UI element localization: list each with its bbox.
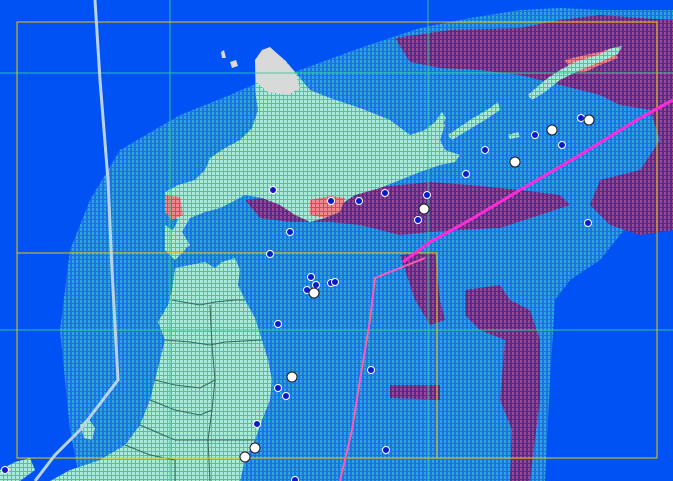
blue-epicenter-marker [331,278,339,286]
blue-epicenter-marker [253,420,261,428]
blue-epicenter-marker [274,384,282,392]
blue-epicenter-marker [481,146,489,154]
blue-epicenter-marker [269,186,277,194]
white-epicenter-marker [546,124,558,136]
blue-epicenter-marker [282,392,290,400]
blue-epicenter-marker [286,228,294,236]
blue-epicenter-marker [1,466,9,474]
blue-epicenter-marker [462,170,470,178]
blue-epicenter-marker [382,446,390,454]
blue-epicenter-marker [355,197,363,205]
white-epicenter-marker [249,442,261,454]
high-zone-east-small [390,385,440,400]
blue-epicenter-marker [423,191,431,199]
white-epicenter-marker [418,203,430,215]
blue-epicenter-marker [381,189,389,197]
blue-epicenter-marker [558,141,566,149]
blue-epicenter-marker [291,476,299,481]
map-canvas [0,0,673,481]
white-epicenter-marker [286,371,298,383]
blue-epicenter-marker [266,250,274,258]
blue-epicenter-marker [531,131,539,139]
white-epicenter-marker [239,451,251,463]
seismic-map [0,0,673,481]
blue-epicenter-marker [312,281,320,289]
blue-epicenter-marker [414,216,422,224]
white-epicenter-marker [308,287,320,299]
white-epicenter-marker [583,114,595,126]
blue-epicenter-marker [367,366,375,374]
white-epicenter-marker [509,156,521,168]
blue-epicenter-marker [577,114,585,122]
blue-epicenter-marker [307,273,315,281]
blue-epicenter-marker [584,219,592,227]
blue-epicenter-marker [327,197,335,205]
blue-epicenter-marker [274,320,282,328]
